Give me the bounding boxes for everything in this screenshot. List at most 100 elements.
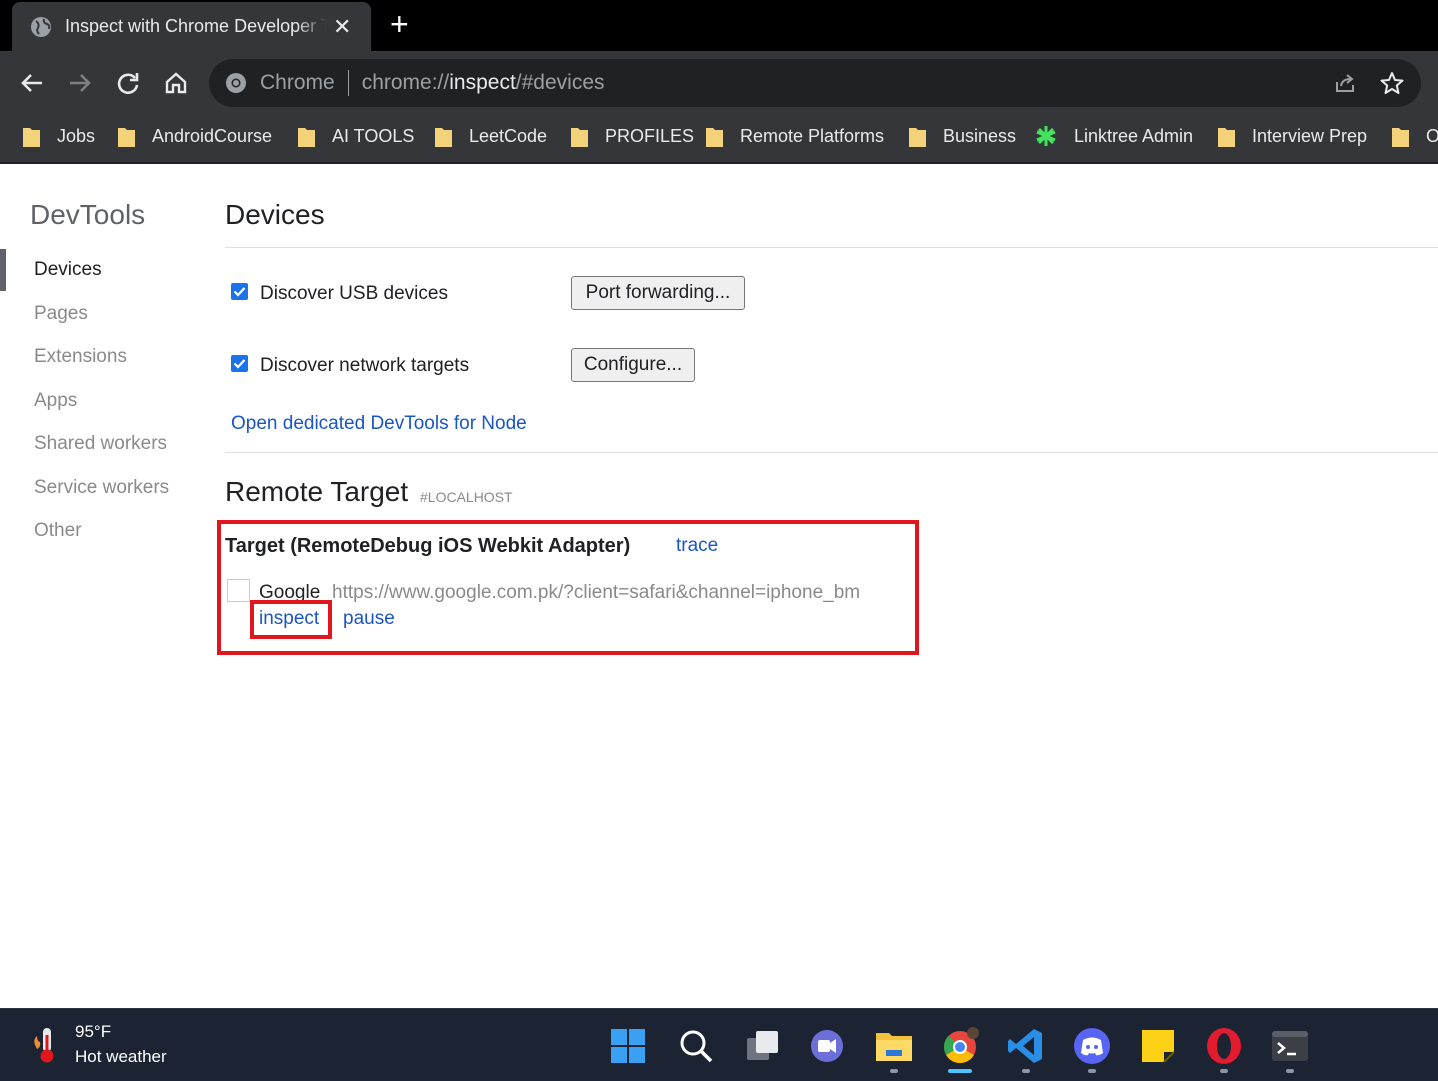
browser-title-bar: Inspect with Chrome Developer Tools ✕ + bbox=[0, 0, 1438, 51]
remote-target-title: Remote Target bbox=[225, 476, 409, 507]
omnibox-separator bbox=[347, 70, 349, 96]
open-devtools-node-link[interactable]: Open dedicated DevTools for Node bbox=[231, 413, 527, 435]
tab-title: Inspect with Chrome Developer Tools bbox=[65, 16, 327, 36]
bookmarks-bar: Jobs AndroidCourse AI TOOLS LeetCode PRO… bbox=[0, 114, 1438, 164]
bookmark-overflow[interactable]: O bbox=[1392, 114, 1438, 158]
trace-link[interactable]: trace bbox=[676, 535, 718, 557]
new-tab-icon[interactable]: + bbox=[390, 8, 409, 40]
sidebar-item-service-workers[interactable]: Service workers bbox=[34, 477, 169, 499]
forward-arrow-icon[interactable] bbox=[66, 69, 94, 97]
bookmark-label: Jobs bbox=[57, 125, 96, 146]
start-icon[interactable] bbox=[608, 1026, 648, 1066]
sidebar-item-other[interactable]: Other bbox=[34, 520, 82, 542]
chrome-icon bbox=[226, 73, 246, 93]
active-item-marker bbox=[0, 249, 6, 291]
active-app-indicator bbox=[948, 1069, 972, 1073]
folder-icon bbox=[571, 128, 588, 147]
taskbar: 95°F Hot weather bbox=[0, 1008, 1438, 1081]
teams-chat-icon[interactable] bbox=[806, 1026, 846, 1066]
discover-usb-label: Discover USB devices bbox=[260, 283, 448, 304]
running-indicator bbox=[1286, 1069, 1294, 1073]
sidebar-item-devices[interactable]: Devices bbox=[34, 259, 102, 281]
linktree-icon bbox=[1036, 126, 1056, 146]
folder-icon bbox=[435, 128, 452, 147]
port-forwarding-button[interactable]: Port forwarding... bbox=[571, 276, 745, 310]
sidebar-item-extensions[interactable]: Extensions bbox=[34, 346, 127, 368]
pause-link[interactable]: pause bbox=[343, 608, 395, 630]
discover-network-checkbox[interactable] bbox=[231, 355, 248, 372]
bookmark-business[interactable]: Business bbox=[909, 114, 1016, 158]
bookmark-label: Business bbox=[943, 125, 1017, 146]
bookmark-label: Remote Platforms bbox=[740, 125, 885, 146]
omnibox-chip: Chrome bbox=[260, 71, 335, 94]
sidebar-item-apps[interactable]: Apps bbox=[34, 390, 77, 412]
search-icon[interactable] bbox=[676, 1026, 716, 1066]
running-indicator bbox=[1220, 1069, 1228, 1073]
file-explorer-icon[interactable] bbox=[874, 1026, 914, 1066]
running-indicator bbox=[1022, 1069, 1030, 1073]
folder-icon bbox=[118, 128, 135, 147]
running-indicator bbox=[890, 1069, 898, 1073]
folder-icon bbox=[909, 128, 926, 147]
bookmark-jobs[interactable]: Jobs bbox=[23, 114, 95, 158]
checkmark-icon bbox=[233, 287, 246, 297]
url-scheme: chrome:// bbox=[361, 71, 450, 94]
bookmark-profiles[interactable]: PROFILES bbox=[571, 114, 694, 158]
page-favicon bbox=[227, 579, 250, 602]
section-divider bbox=[225, 452, 1438, 453]
weather-temperature[interactable]: 95°F bbox=[75, 1022, 111, 1042]
terminal-icon[interactable] bbox=[1270, 1026, 1310, 1066]
vscode-icon[interactable] bbox=[1006, 1026, 1046, 1066]
configure-button[interactable]: Configure... bbox=[571, 348, 695, 382]
remote-target-tag: #LOCALHOST bbox=[420, 489, 513, 505]
url-text[interactable]: chrome://inspect/#devices bbox=[362, 71, 605, 95]
bookmark-leetcode[interactable]: LeetCode bbox=[435, 114, 547, 158]
folder-icon bbox=[298, 128, 315, 147]
thermometer-icon[interactable] bbox=[30, 1025, 62, 1065]
bookmark-remote-platforms[interactable]: Remote Platforms bbox=[706, 114, 884, 158]
bookmark-label: PROFILES bbox=[605, 125, 695, 146]
folder-icon bbox=[23, 128, 40, 147]
discover-network-label: Discover network targets bbox=[260, 355, 470, 376]
bookmark-label: O bbox=[1426, 126, 1438, 147]
bookmark-linktree-admin[interactable]: Linktree Admin bbox=[1035, 114, 1193, 158]
bookmark-label: AndroidCourse bbox=[152, 125, 273, 146]
bookmark-interview-prep[interactable]: Interview Prep bbox=[1218, 114, 1367, 158]
bookmark-label: Linktree Admin bbox=[1074, 125, 1194, 146]
home-icon[interactable] bbox=[162, 69, 190, 97]
browser-toolbar: Chrome chrome://inspect/#devices bbox=[0, 51, 1438, 114]
share-icon[interactable] bbox=[1333, 71, 1357, 95]
discord-icon[interactable] bbox=[1072, 1026, 1112, 1066]
reload-icon[interactable] bbox=[114, 69, 142, 97]
chrome-icon[interactable] bbox=[940, 1026, 980, 1066]
globe-icon bbox=[31, 16, 51, 37]
opera-icon[interactable] bbox=[1204, 1026, 1244, 1066]
bookmark-ai-tools[interactable]: AI TOOLS bbox=[298, 114, 414, 158]
bookmark-label: LeetCode bbox=[469, 125, 548, 146]
back-arrow-icon[interactable] bbox=[18, 69, 46, 97]
bookmark-androidcourse[interactable]: AndroidCourse bbox=[118, 114, 272, 158]
folder-icon bbox=[706, 128, 723, 147]
checkmark-icon bbox=[233, 359, 246, 369]
sidebar-item-pages[interactable]: Pages bbox=[34, 303, 88, 325]
bookmark-label: AI TOOLS bbox=[332, 125, 415, 146]
page-title: Devices bbox=[225, 199, 325, 230]
header-divider bbox=[225, 247, 1438, 248]
inspect-link[interactable]: inspect bbox=[259, 608, 319, 630]
url-path: /#devices bbox=[515, 71, 605, 94]
weather-description[interactable]: Hot weather bbox=[75, 1047, 167, 1067]
tab-close-icon[interactable]: ✕ bbox=[333, 15, 351, 38]
folder-icon bbox=[1218, 128, 1235, 147]
task-view-icon[interactable] bbox=[743, 1026, 783, 1066]
bookmark-label: Interview Prep bbox=[1252, 125, 1368, 146]
sticky-notes-icon[interactable] bbox=[1138, 1026, 1178, 1066]
discover-usb-checkbox[interactable] bbox=[231, 283, 248, 300]
url-host: inspect bbox=[449, 71, 516, 94]
address-bar[interactable]: Chrome chrome://inspect/#devices bbox=[209, 59, 1421, 107]
bookmark-star-icon[interactable] bbox=[1379, 70, 1405, 96]
sidebar-item-shared-workers[interactable]: Shared workers bbox=[34, 433, 167, 455]
folder-icon bbox=[1392, 128, 1409, 147]
page-url: https://www.google.com.pk/?client=safari… bbox=[332, 582, 861, 603]
running-indicator bbox=[1088, 1069, 1096, 1073]
active-tab[interactable]: Inspect with Chrome Developer Tools ✕ bbox=[12, 2, 371, 51]
